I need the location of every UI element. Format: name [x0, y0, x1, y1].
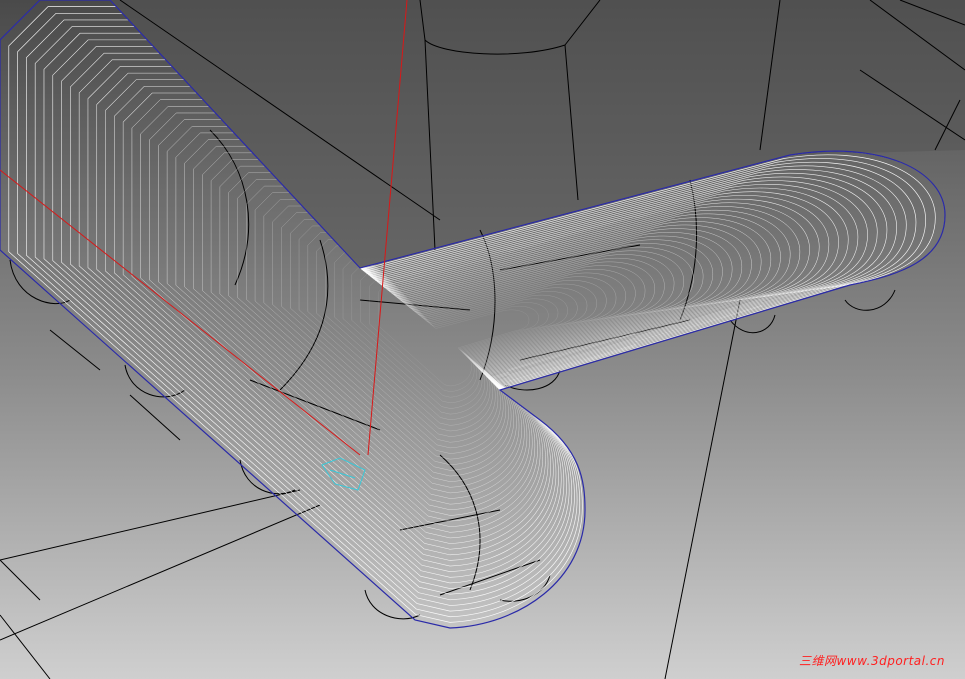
watermark-text: 三维网www.3dportal.cn: [798, 654, 945, 668]
cam-3d-viewport[interactable]: 三维网www.3dportal.cn: [0, 0, 965, 679]
toolpath-scene: [0, 0, 965, 679]
